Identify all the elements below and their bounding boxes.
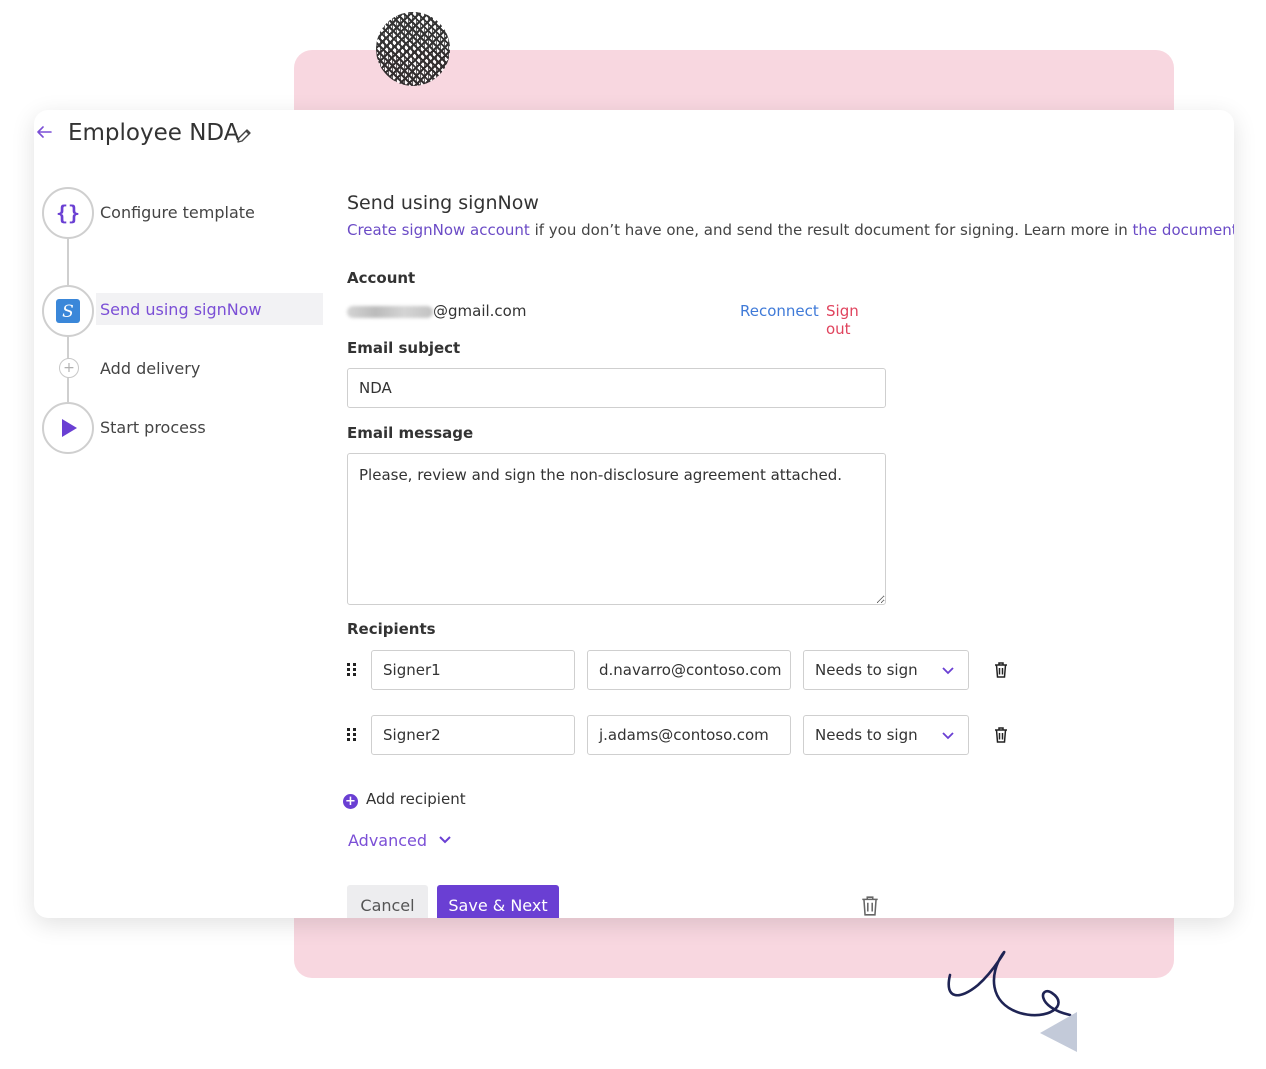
email-message-textarea[interactable]: Please, review and sign the non-disclosu… — [347, 453, 886, 605]
email-message-label: Email message — [347, 424, 474, 442]
advanced-toggle[interactable]: Advanced — [348, 831, 452, 850]
step-label-add-delivery[interactable]: Add delivery — [100, 359, 200, 378]
reconnect-link[interactable]: Reconnect — [740, 302, 819, 320]
create-account-link[interactable]: Create signNow account — [347, 221, 530, 239]
recipients-label: Recipients — [347, 620, 436, 638]
step-start-process[interactable] — [42, 402, 94, 454]
decorative-signature — [947, 950, 1077, 1052]
step-label-send[interactable]: Send using signNow — [100, 300, 262, 319]
account-email: @gmail.com — [433, 302, 527, 320]
recipient-name-input[interactable]: Signer1 — [371, 650, 575, 690]
chevron-down-icon — [942, 667, 954, 675]
recipient-role-select[interactable]: Needs to sign — [803, 650, 969, 690]
main-panel: Send using signNow Create signNow accoun… — [343, 110, 1234, 918]
role-select-value: Needs to sign — [815, 661, 918, 679]
back-arrow-icon[interactable] — [34, 122, 54, 142]
edit-pencil-icon[interactable] — [234, 126, 254, 146]
description-text: if you don’t have one, and send the resu… — [529, 221, 1133, 239]
sign-out-link[interactable]: Sign out — [826, 302, 887, 338]
svg-text:S: S — [62, 302, 74, 322]
step-configure-template[interactable]: {} — [42, 187, 94, 239]
account-label: Account — [347, 269, 416, 287]
step-label-configure[interactable]: Configure template — [100, 203, 255, 222]
advanced-label: Advanced — [348, 831, 428, 850]
decorative-noise-circle — [376, 12, 450, 86]
signnow-logo-icon: S — [56, 299, 80, 323]
step-send-signnow[interactable]: S — [42, 285, 94, 337]
add-recipient-button[interactable]: + Add recipient — [343, 790, 466, 809]
role-select-value: Needs to sign — [815, 726, 918, 744]
stepper-connector — [67, 236, 69, 288]
delete-step-icon[interactable] — [860, 895, 880, 917]
add-recipient-label: Add recipient — [366, 790, 466, 808]
braces-icon: {} — [55, 201, 81, 225]
recipient-name-input[interactable]: Signer2 — [371, 715, 575, 755]
page-title: Employee NDA — [68, 120, 240, 146]
save-next-button[interactable]: Save & Next — [437, 885, 559, 918]
account-row: @gmail.com Reconnect Sign out — [347, 302, 887, 338]
delete-recipient-icon[interactable] — [992, 661, 1010, 679]
plus-icon: + — [343, 794, 358, 809]
plus-circle-icon[interactable]: + — [59, 358, 79, 378]
recipient-email-input[interactable]: j.adams@contoso.com — [587, 715, 791, 755]
cancel-button[interactable]: Cancel — [347, 885, 428, 918]
email-subject-label: Email subject — [347, 339, 461, 357]
blurred-username — [347, 305, 433, 318]
chevron-down-icon — [942, 732, 954, 740]
documentation-link[interactable]: the documentation — [1133, 221, 1234, 239]
step-label-start[interactable]: Start process — [100, 418, 206, 437]
delete-recipient-icon[interactable] — [992, 726, 1010, 744]
play-icon — [62, 419, 77, 437]
section-title: Send using signNow — [347, 192, 539, 214]
recipient-role-select[interactable]: Needs to sign — [803, 715, 969, 755]
recipient-email-input[interactable]: d.navarro@contoso.com — [587, 650, 791, 690]
drag-handle-icon[interactable] — [347, 728, 359, 742]
email-subject-input[interactable]: NDA — [347, 368, 886, 408]
drag-handle-icon[interactable] — [347, 663, 359, 677]
section-description: Create signNow account if you don’t have… — [347, 221, 1234, 239]
chevron-down-icon — [439, 836, 451, 844]
workflow-card: Employee NDA {} Configure template S Sen… — [34, 110, 1234, 918]
